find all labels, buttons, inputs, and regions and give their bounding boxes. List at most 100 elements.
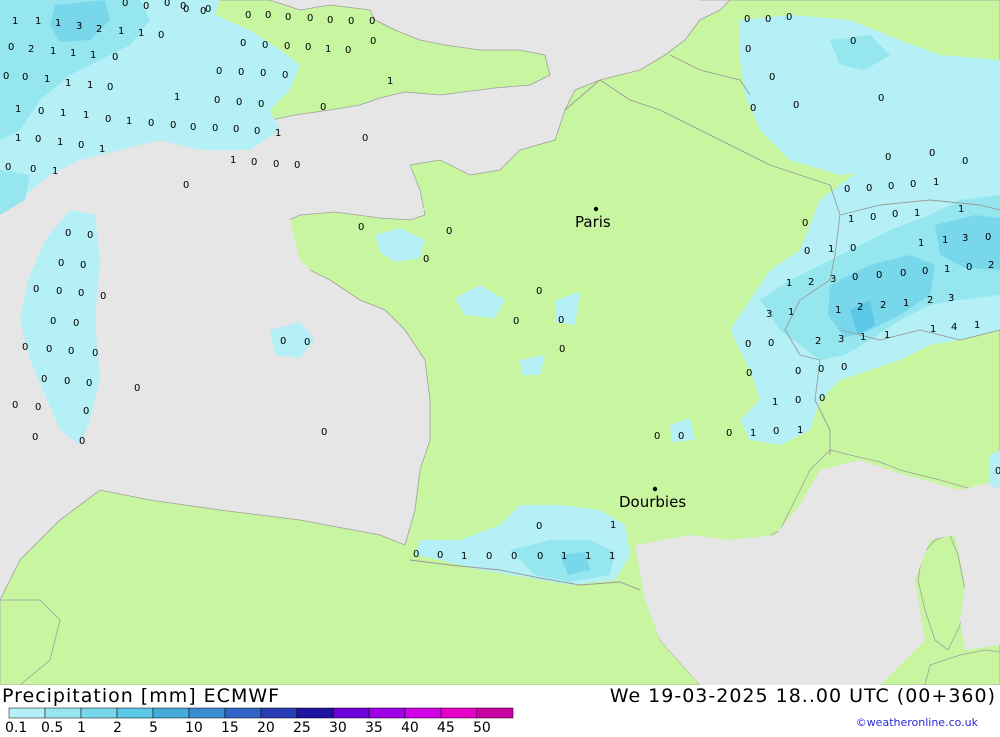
precip-value: 1	[12, 16, 18, 27]
precip-value: 0	[233, 124, 239, 135]
precip-value: 0	[180, 1, 186, 12]
precip-value: 0	[486, 551, 492, 562]
precip-value: 0	[262, 40, 268, 51]
precip-value: 0	[765, 14, 771, 25]
legend-swatch	[80, 707, 118, 719]
precip-value: 0	[41, 374, 47, 385]
precip-value: 1	[57, 137, 63, 148]
legend-swatches	[8, 707, 515, 719]
precip-value: 0	[254, 126, 260, 137]
precip-value: 0	[265, 10, 271, 21]
precip-value: 0	[22, 342, 28, 353]
precip-value: 1	[65, 78, 71, 89]
precip-value: 0	[558, 315, 564, 326]
precip-value: 0	[190, 122, 196, 133]
precip-value: 0	[285, 12, 291, 23]
precip-value: 0	[78, 288, 84, 299]
precip-value: 0	[852, 272, 858, 283]
precip-value: 0	[654, 431, 660, 442]
legend-swatch	[260, 707, 298, 719]
precip-value: 0	[536, 286, 542, 297]
precip-value: 0	[850, 243, 856, 254]
precip-value: 0	[22, 72, 28, 83]
precip-value: 1	[788, 307, 794, 318]
precip-value: 0	[143, 1, 149, 12]
precip-value: 1	[828, 244, 834, 255]
dourbies-label: Dourbies	[619, 493, 686, 511]
precip-value: 0	[78, 140, 84, 151]
precip-value: 0	[537, 551, 543, 562]
precip-value: 0	[305, 42, 311, 53]
precip-value: 1	[87, 80, 93, 91]
precip-value: 0	[745, 44, 751, 55]
legend-swatch	[152, 707, 190, 719]
precip-value: 0	[122, 0, 128, 9]
precip-value: 0	[65, 228, 71, 239]
precip-value: 1	[610, 520, 616, 531]
precip-value: 1	[55, 18, 61, 29]
precip-value: 0	[280, 336, 286, 347]
precip-value: 0	[962, 156, 968, 167]
precip-value: 0	[251, 157, 257, 168]
precip-value: 1	[914, 208, 920, 219]
legend-label: 25	[293, 720, 311, 733]
precip-value: 0	[358, 222, 364, 233]
legend-swatch	[8, 707, 46, 719]
precip-value: 1	[561, 551, 567, 562]
precip-value: 1	[944, 264, 950, 275]
precip-value: 0	[87, 230, 93, 241]
precip-value: 0	[258, 99, 264, 110]
precip-value: 3	[838, 334, 844, 345]
precip-value: 0	[745, 339, 751, 350]
precip-value: 2	[815, 336, 821, 347]
precip-value: 0	[769, 72, 775, 83]
precip-value: 1	[126, 116, 132, 127]
precip-value: 0	[307, 13, 313, 24]
precip-value: 1	[797, 425, 803, 436]
precip-value: 2	[857, 302, 863, 313]
legend-label: 10	[185, 720, 203, 733]
precip-value: 0	[5, 162, 11, 173]
precip-value: 0	[369, 16, 375, 27]
legend-swatch	[440, 707, 478, 719]
precip-value: 0	[46, 344, 52, 355]
precip-value: 0	[35, 134, 41, 145]
legend-svg: 0.1 0.5 1 2 5 10 15 20 25 30 35 40 45 50	[5, 707, 515, 736]
precip-value: 0	[678, 431, 684, 442]
precip-value: 0	[746, 368, 752, 379]
precip-value: 0	[793, 100, 799, 111]
precip-value: 1	[918, 238, 924, 249]
precip-value: 0	[900, 268, 906, 279]
precip-value: 1	[35, 16, 41, 27]
precip-value: 0	[170, 120, 176, 131]
precip-value: 0	[294, 160, 300, 171]
precip-value: 1	[786, 278, 792, 289]
precip-value: 1	[52, 166, 58, 177]
legend-label: 2	[113, 720, 122, 733]
legend-label: 5	[149, 720, 158, 733]
precip-value: 2	[927, 295, 933, 306]
credit-link[interactable]: ©weatheronline.co.uk	[856, 716, 978, 729]
precip-value: 0	[158, 30, 164, 41]
paris-label: Paris	[575, 213, 611, 231]
precip-value: 0	[245, 10, 251, 21]
precip-value: 1	[50, 46, 56, 57]
precip-value: 1	[835, 305, 841, 316]
precip-value: 3	[948, 293, 954, 304]
precip-value: 1	[609, 551, 615, 562]
precip-value: 4	[951, 322, 957, 333]
precip-value: 0	[148, 118, 154, 129]
precip-value: 2	[988, 260, 994, 271]
precip-value: 0	[876, 270, 882, 281]
precip-value: 0	[819, 393, 825, 404]
precip-value: 0	[559, 344, 565, 355]
precip-value: 0	[327, 15, 333, 26]
precip-value: 3	[962, 233, 968, 244]
precip-value: 0	[212, 123, 218, 134]
precip-value: 0	[885, 152, 891, 163]
precip-value: 0	[802, 218, 808, 229]
legend-label: 35	[365, 720, 383, 733]
precip-value: 1	[60, 108, 66, 119]
precip-value: 1	[848, 214, 854, 225]
precip-value: 0	[888, 181, 894, 192]
